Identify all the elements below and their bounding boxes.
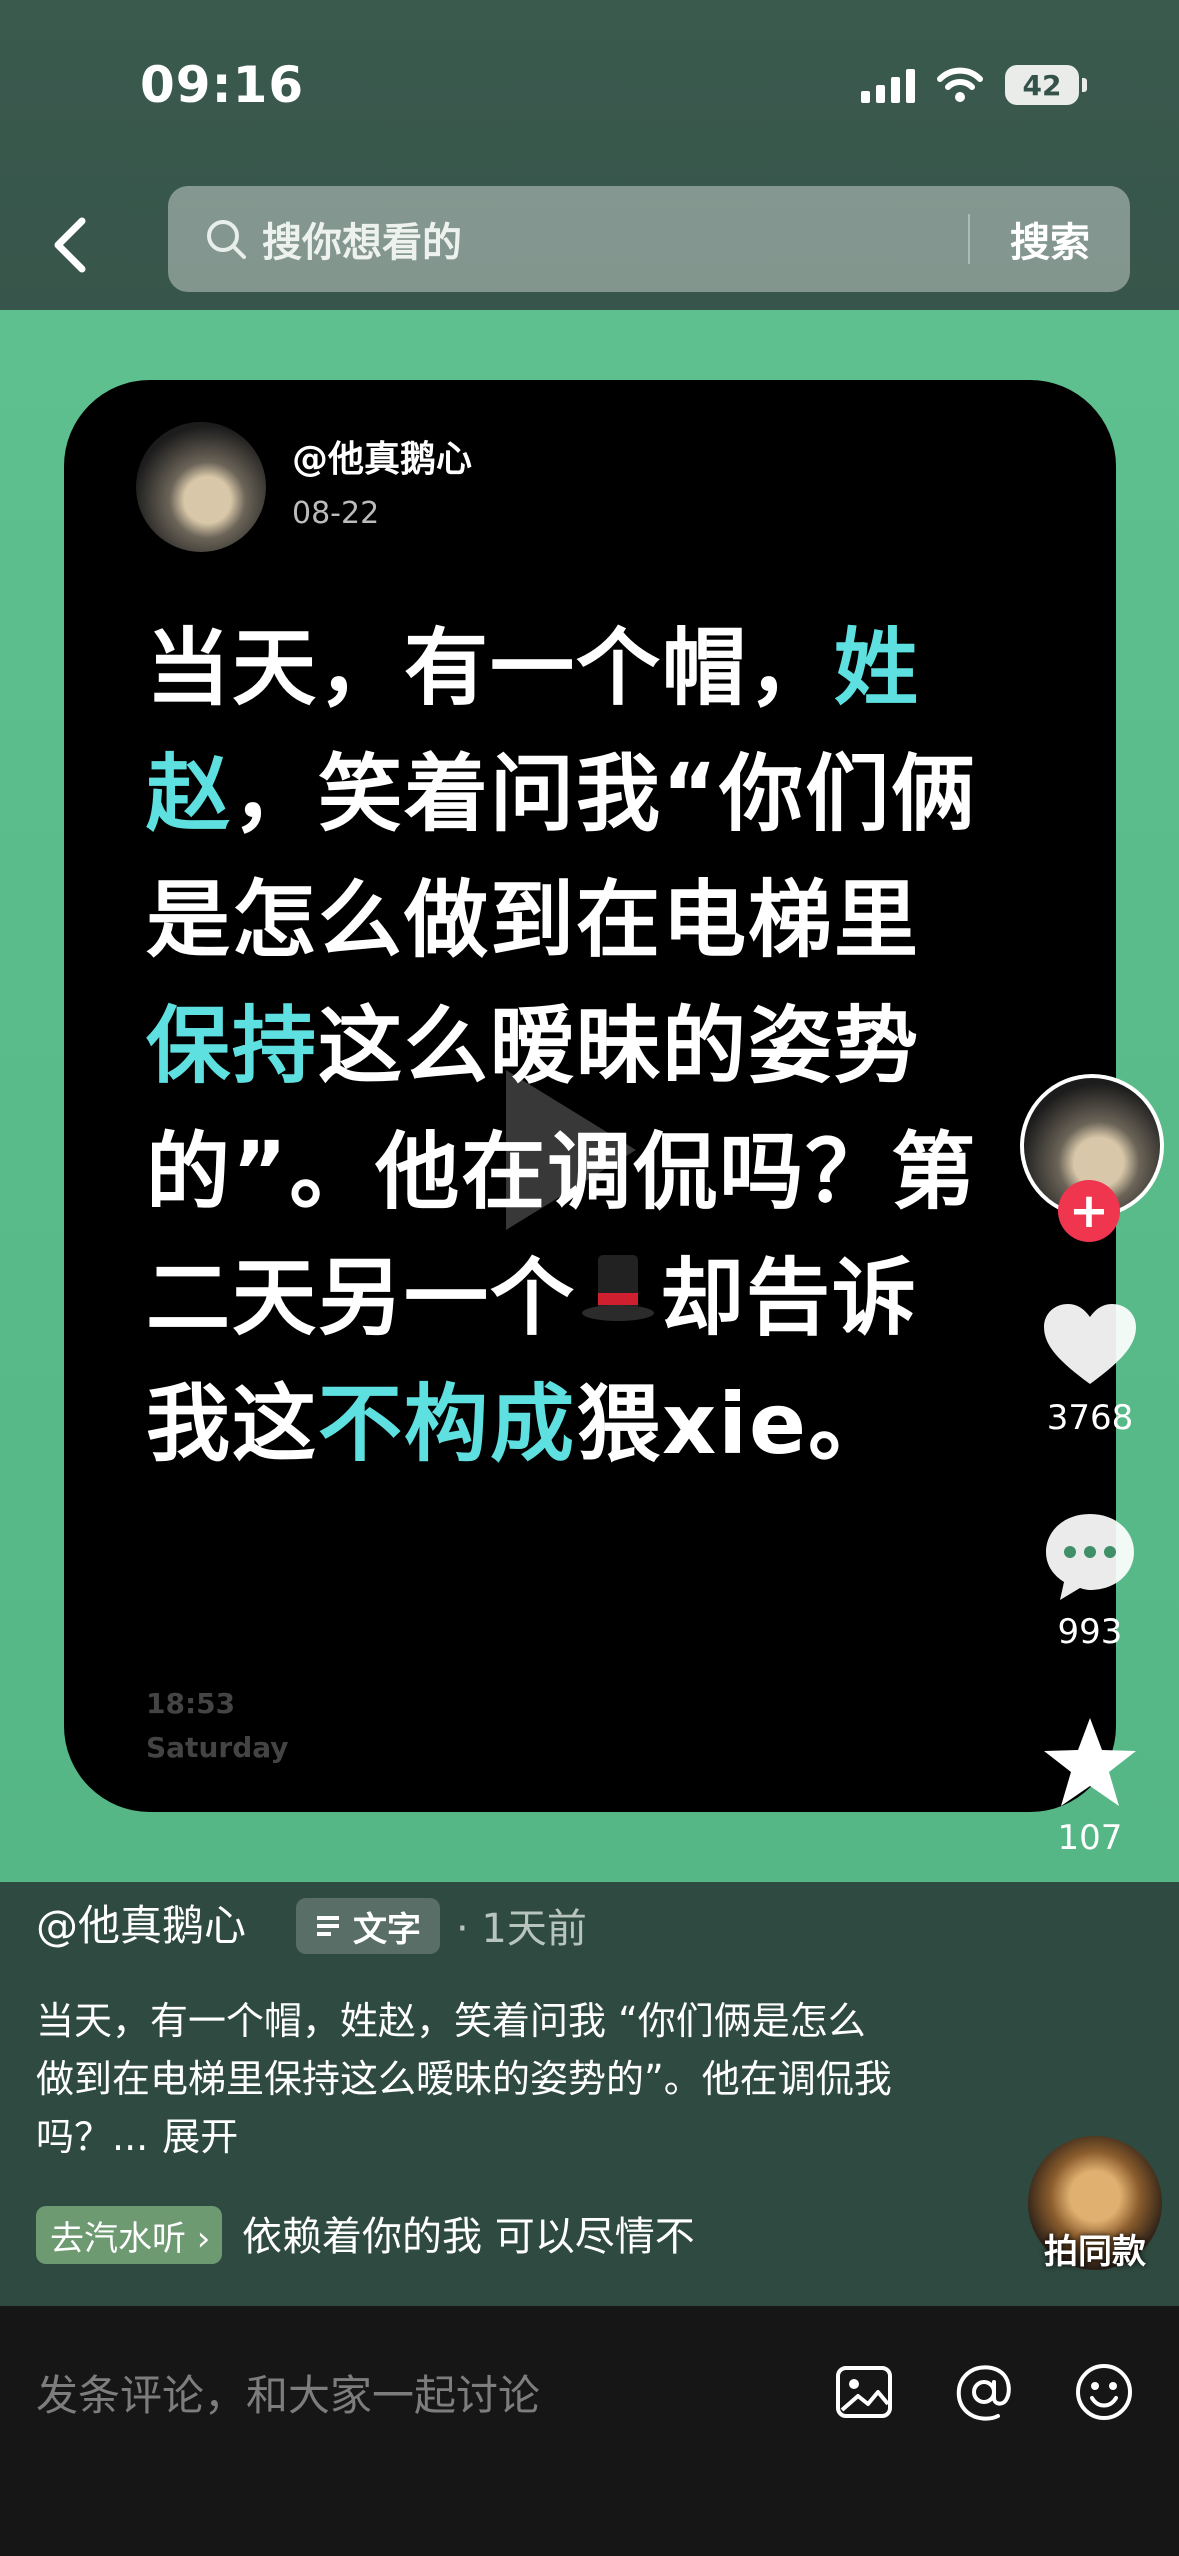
comment-count: 993 [1057, 1612, 1123, 1652]
text-lines-icon [317, 1916, 339, 1936]
favorite-button[interactable]: 107 [1010, 1714, 1170, 1858]
expand-link[interactable]: 展开 [162, 2115, 238, 2159]
top-bar: 09:16 42 搜你想看的 搜索 [0, 0, 1179, 310]
post-time-ago: · 1天前 [456, 1906, 587, 1952]
card-username: @他真鹅心 [292, 439, 473, 480]
search-icon [207, 220, 246, 259]
status-icons: 42 [861, 62, 1087, 108]
card-text-highlight: 保持 [146, 997, 319, 1095]
heart-icon [1044, 1304, 1136, 1384]
search-box[interactable]: 搜你想看的 搜索 [168, 186, 1130, 292]
comment-icon [1046, 1514, 1134, 1600]
like-button[interactable]: 3768 [1010, 1300, 1170, 1438]
emoji-icon[interactable] [1072, 2360, 1136, 2424]
music-name[interactable]: 依赖着你的我 可以尽情不 [242, 2204, 726, 2262]
star-icon [1044, 1718, 1136, 1806]
card-text-highlight: 不构成 [318, 1375, 577, 1473]
cellular-signal-icon [861, 67, 915, 103]
post-username[interactable]: @他真鹅心 [36, 1892, 246, 1953]
card-date: 08-22 [292, 496, 380, 531]
comment-input[interactable]: 发条评论，和大家一起讨论 [36, 2362, 540, 2423]
back-button[interactable] [40, 205, 100, 285]
like-count: 3768 [1046, 1398, 1134, 1438]
text-tag-label: 文字 [353, 1909, 421, 1950]
card-timestamp: 18:53 Saturday [146, 1682, 289, 1770]
card-time: 18:53 [146, 1687, 236, 1720]
at-mention-icon[interactable] [952, 2360, 1016, 2424]
text-tag[interactable]: 文字 [296, 1898, 440, 1954]
chevron-left-icon [54, 217, 86, 273]
favorite-count: 107 [1057, 1818, 1123, 1858]
image-icon[interactable] [832, 2360, 896, 2424]
card-day: Saturday [146, 1731, 289, 1764]
card-text-segment: 猥xie。 [576, 1375, 894, 1473]
search-button[interactable]: 搜索 [970, 210, 1130, 268]
comment-button[interactable]: 993 [1010, 1508, 1170, 1652]
status-time: 09:16 [140, 56, 305, 114]
comment-bar: 发条评论，和大家一起讨论 [0, 2306, 1179, 2556]
card-text-segment: 当天，有一个帽， [146, 619, 835, 717]
card-text-segment: ，笑着问我“你们俩是怎么做到在电梯里 [146, 745, 978, 969]
search-input[interactable]: 搜你想看的 [262, 210, 968, 268]
card-avatar [136, 422, 266, 552]
same-style-button[interactable]: 拍同款 [1020, 2136, 1170, 2273]
music-source-tag[interactable]: 去汽水听 › [36, 2206, 223, 2264]
same-style-label: 拍同款 [1044, 2232, 1146, 2272]
post-info: @他真鹅心 文字 · 1天前 当天，有一个帽，姓赵，笑着问我 “你们俩是怎么做到… [0, 1882, 1179, 2306]
post-description[interactable]: 当天，有一个帽，姓赵，笑着问我 “你们俩是怎么做到在电梯里保持这么暧昧的姿势的”… [36, 1992, 896, 2166]
follow-button[interactable]: + [1058, 1180, 1120, 1242]
play-icon[interactable] [506, 1070, 636, 1230]
wifi-icon [937, 67, 983, 102]
card-text: 当天，有一个帽，姓赵，笑着问我“你们俩是怎么做到在电梯里保持这么暧昧的姿势的”。… [146, 605, 996, 1487]
top-hat-icon [576, 1249, 660, 1333]
battery-indicator: 42 [1005, 65, 1087, 105]
